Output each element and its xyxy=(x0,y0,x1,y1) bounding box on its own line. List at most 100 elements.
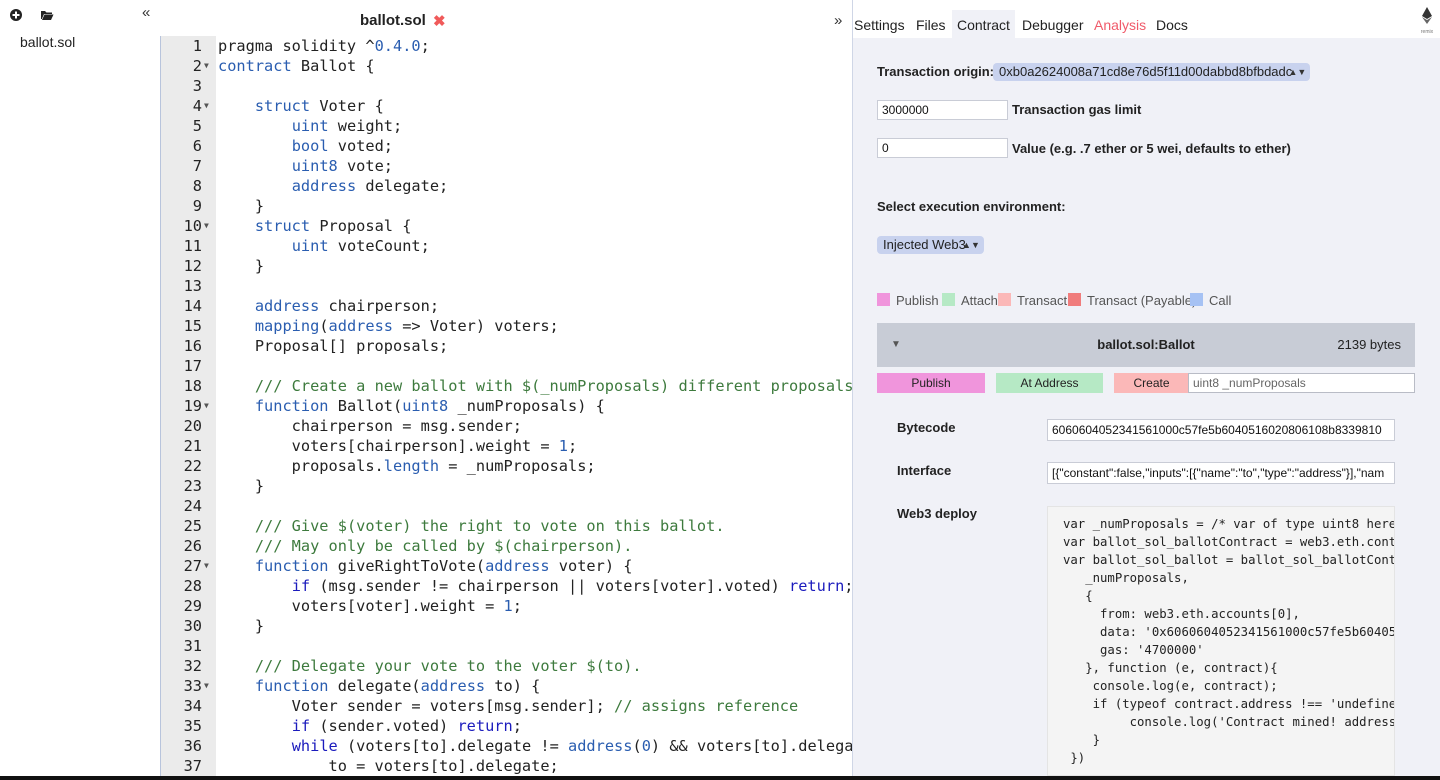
tab-analysis[interactable]: Analysis xyxy=(1094,17,1146,33)
file-explorer-panel: « ballot.sol xyxy=(0,0,160,776)
file-item-ballot-sol[interactable]: ballot.sol xyxy=(20,34,75,50)
code-line[interactable]: 31 xyxy=(161,636,852,656)
line-number: 18 xyxy=(183,377,202,395)
line-number: 13 xyxy=(183,277,202,295)
fold-arrow-icon[interactable]: ▼ xyxy=(204,56,209,76)
code-line[interactable]: 14 address chairperson; xyxy=(161,296,852,316)
tab-files[interactable]: Files xyxy=(916,17,946,33)
swatch-publish xyxy=(877,293,890,306)
code-text: } xyxy=(218,257,265,275)
contract-tab-content: Transaction origin: 0xb0a2624008a71cd8e7… xyxy=(853,38,1440,776)
fold-arrow-icon[interactable]: ▼ xyxy=(204,556,209,576)
line-number: 37 xyxy=(183,757,202,775)
constructor-args-input[interactable]: uint8 _numProposals xyxy=(1188,373,1415,393)
line-number: 34 xyxy=(183,697,202,715)
tab-settings[interactable]: Settings xyxy=(854,17,905,33)
code-line[interactable]: 18 /// Create a new ballot with $(_numPr… xyxy=(161,376,852,396)
code-line[interactable]: 8 address delegate; xyxy=(161,176,852,196)
code-text: struct Proposal { xyxy=(254,217,412,235)
contract-header[interactable]: ▼ ballot.sol:Ballot 2139 bytes xyxy=(877,323,1415,367)
code-line[interactable]: 6 bool voted; xyxy=(161,136,852,156)
code-line[interactable]: 17 xyxy=(161,356,852,376)
code-line[interactable]: 32 /// Delegate your vote to the voter $… xyxy=(161,656,852,676)
code-text: /// Delegate your vote to the voter $(to… xyxy=(254,657,642,675)
code-line[interactable]: 19 ▼ function Ballot(uint8 _numProposals)… xyxy=(161,396,852,416)
line-number: 19 xyxy=(183,397,202,415)
right-panel-menu: Settings Files Contract Debugger Analysi… xyxy=(853,0,1440,38)
code-line[interactable]: 21 voters[chairperson].weight = 1; xyxy=(161,436,852,456)
code-line[interactable]: 20 chairperson = msg.sender; xyxy=(161,416,852,436)
line-number: 28 xyxy=(183,577,202,595)
tab-docs[interactable]: Docs xyxy=(1156,17,1188,33)
code-line[interactable]: 2 ▼ contract Ballot { xyxy=(161,56,852,76)
tab-contract[interactable]: Contract xyxy=(952,10,1015,38)
gas-limit-input[interactable]: 3000000 xyxy=(877,100,1008,120)
code-text: address chairperson; xyxy=(254,297,440,315)
code-line[interactable]: 11 uint voteCount; xyxy=(161,236,852,256)
fold-arrow-icon[interactable]: ▼ xyxy=(204,396,209,416)
editor-tab-ballot-sol[interactable]: ballot.sol xyxy=(360,12,426,29)
code-text: contract Ballot { xyxy=(218,57,375,75)
code-text: while (voters[to].delegate != address(0)… xyxy=(291,737,852,755)
code-line[interactable]: 22 proposals.length = _numProposals; xyxy=(161,456,852,476)
web3-deploy-code[interactable]: var _numProposals = /* var of type uint8… xyxy=(1047,506,1395,776)
collapse-left-panel-button[interactable]: « xyxy=(142,4,150,21)
code-line[interactable]: 36 while (voters[to].delegate != address… xyxy=(161,736,852,756)
line-number: 10 xyxy=(183,217,202,235)
tab-debugger[interactable]: Debugger xyxy=(1022,17,1084,33)
close-tab-icon[interactable]: ✖ xyxy=(433,12,446,30)
code-line[interactable]: 16 Proposal[] proposals; xyxy=(161,336,852,356)
value-input[interactable]: 0 xyxy=(877,138,1008,158)
code-line[interactable]: 25 /// Give $(voter) the right to vote o… xyxy=(161,516,852,536)
code-line[interactable]: 28 if (msg.sender != chairperson || vote… xyxy=(161,576,852,596)
code-line[interactable]: 13 xyxy=(161,276,852,296)
code-line[interactable]: 34 Voter sender = voters[msg.sender]; //… xyxy=(161,696,852,716)
fold-arrow-icon[interactable]: ▼ xyxy=(204,676,209,696)
code-line[interactable]: 26 /// May only be called by $(chairpers… xyxy=(161,536,852,556)
code-line[interactable]: 37 to = voters[to].delegate; xyxy=(161,756,852,776)
code-line[interactable]: 7 uint8 vote; xyxy=(161,156,852,176)
code-line[interactable]: 23 } xyxy=(161,476,852,496)
code-line[interactable]: 27 ▼ function giveRightToVote(address vot… xyxy=(161,556,852,576)
fold-arrow-icon[interactable]: ▼ xyxy=(204,96,209,116)
code-line[interactable]: 3 xyxy=(161,76,852,96)
code-line[interactable]: 1 pragma solidity ^0.4.0; xyxy=(161,36,852,56)
open-folder-icon[interactable] xyxy=(40,8,54,22)
code-line[interactable]: 5 uint weight; xyxy=(161,116,852,136)
collapse-right-panel-button[interactable]: » xyxy=(834,12,842,29)
code-line[interactable]: 4 ▼ struct Voter { xyxy=(161,96,852,116)
value-label: Value (e.g. .7 ether or 5 wei, defaults … xyxy=(1012,141,1291,156)
fold-arrow-icon[interactable]: ▼ xyxy=(204,216,209,236)
create-button[interactable]: Create xyxy=(1114,373,1189,393)
line-number: 26 xyxy=(183,537,202,555)
env-label: Select execution environment: xyxy=(877,199,1066,214)
code-line[interactable]: 9 } xyxy=(161,196,852,216)
bytecode-field[interactable]: 6060604052341561000c57fe5b60405160208061… xyxy=(1047,419,1395,441)
code-line[interactable]: 35 if (sender.voted) return; xyxy=(161,716,852,736)
code-text: address delegate; xyxy=(291,177,449,195)
env-select[interactable]: Injected Web3 ▲▼ xyxy=(877,236,984,254)
legend-publish: Publish xyxy=(877,293,939,308)
tx-origin-select[interactable]: 0xb0a2624008a71cd8e76d5f11d00dabbd8bfbda… xyxy=(993,63,1311,81)
new-file-icon[interactable] xyxy=(9,8,23,22)
code-area[interactable]: 1 pragma solidity ^0.4.0; 2 ▼ contract Ballo… xyxy=(160,36,852,776)
code-line[interactable]: 10 ▼ struct Proposal { xyxy=(161,216,852,236)
at-address-button[interactable]: At Address xyxy=(996,373,1103,393)
code-line[interactable]: 12 } xyxy=(161,256,852,276)
code-text: Voter sender = voters[msg.sender]; // as… xyxy=(218,697,799,715)
publish-button[interactable]: Publish xyxy=(877,373,985,393)
web3-deploy-text: var _numProposals = /* var of type uint8… xyxy=(1063,517,1395,765)
interface-field[interactable]: [{"constant":false,"inputs":[{"name":"to… xyxy=(1047,462,1395,484)
contract-size: 2139 bytes xyxy=(1337,337,1401,352)
line-number: 27 xyxy=(183,557,202,575)
code-line[interactable]: 30 } xyxy=(161,616,852,636)
code-line[interactable]: 33 ▼ function delegate(address to) { xyxy=(161,676,852,696)
line-number: 30 xyxy=(183,617,202,635)
line-number: 35 xyxy=(183,717,202,735)
code-line[interactable]: 24 xyxy=(161,496,852,516)
code-text: voters[voter].weight = 1; xyxy=(218,597,522,615)
code-line[interactable]: 15 mapping(address => Voter) voters; xyxy=(161,316,852,336)
line-number: 33 xyxy=(183,677,202,695)
code-line[interactable]: 29 voters[voter].weight = 1; xyxy=(161,596,852,616)
code-text: Proposal[] proposals; xyxy=(218,337,449,355)
